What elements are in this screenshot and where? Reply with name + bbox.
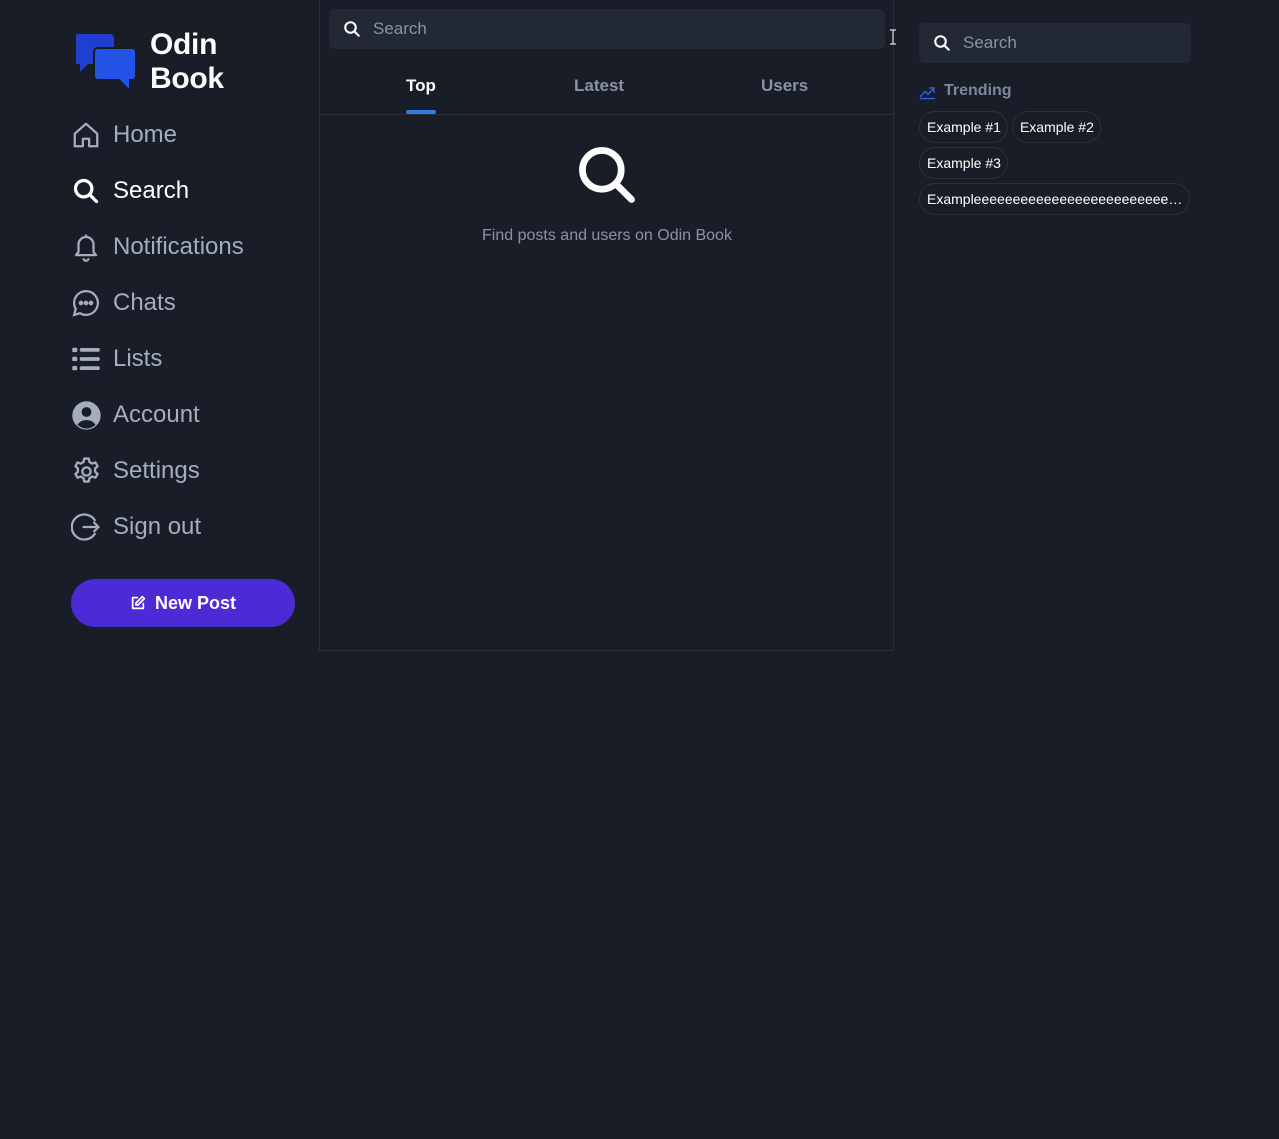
right-search-bar[interactable] [919, 23, 1191, 63]
tab-label: Top [406, 76, 436, 95]
new-post-label: New Post [154, 592, 237, 613]
sidebar-item-account[interactable]: Account [70, 387, 296, 443]
chat-bubble-icon [70, 287, 102, 319]
chat-bubbles-logo-icon [76, 32, 136, 92]
right-column: Trending Example #1 Example #2 Example #… [919, 23, 1191, 219]
sign-out-icon [70, 511, 102, 543]
home-icon [70, 119, 102, 151]
sidebar-item-settings[interactable]: Settings [70, 443, 296, 499]
bell-icon [70, 231, 102, 263]
trending-tag[interactable]: Exampleeeeeeeeeeeeeeeeeeeeeeeeeeeeeeeeee… [919, 183, 1190, 215]
tab-label: Latest [574, 76, 625, 95]
trending-heading: Trending [919, 82, 1191, 100]
tab-label: Users [761, 76, 809, 95]
sidebar-item-label: Home [113, 121, 178, 148]
sidebar-item-label: Notifications [113, 233, 244, 260]
user-circle-icon [70, 399, 102, 431]
sidebar-nav: Home Search Notifications Chats Lists Ac… [70, 107, 296, 555]
trending-tags: Example #1 Example #2 Example #3 Example… [919, 111, 1191, 219]
trending-tag[interactable]: Example #1 [919, 111, 1008, 143]
list-icon [70, 343, 102, 375]
sidebar-item-label: Account [113, 401, 200, 428]
logo[interactable]: Odin Book [76, 28, 296, 96]
trending-tag[interactable]: Example #2 [1011, 111, 1101, 143]
sidebar-item-notifications[interactable]: Notifications [70, 219, 296, 275]
sidebar-item-label: Sign out [113, 513, 202, 540]
tab-latest[interactable]: Latest [574, 58, 624, 114]
tab-top[interactable]: Top [406, 58, 436, 114]
trending-up-icon [919, 83, 936, 100]
sidebar-item-label: Settings [113, 457, 200, 484]
sidebar-item-label: Search [113, 177, 190, 204]
new-post-button[interactable]: New Post [71, 579, 295, 627]
search-icon [933, 34, 951, 52]
search-icon [576, 144, 638, 211]
app-name: Odin Book [150, 28, 224, 95]
sidebar-item-label: Lists [113, 345, 163, 372]
sidebar-item-chats[interactable]: Chats [70, 275, 296, 331]
gear-icon [70, 455, 102, 487]
empty-state-message: Find posts and users on Odin Book [482, 227, 732, 244]
sidebar-item-lists[interactable]: Lists [70, 331, 296, 387]
edit-icon [130, 595, 146, 611]
main-search-bar[interactable] [329, 9, 885, 49]
trending-tag[interactable]: Example #3 [919, 147, 1008, 179]
search-icon [343, 20, 361, 38]
main-column: Top Latest Users Find posts and users on… [319, 0, 896, 651]
search-tabs: Top Latest Users [320, 58, 894, 115]
sidebar-item-sign-out[interactable]: Sign out [70, 499, 296, 555]
empty-state: Find posts and users on Odin Book [320, 144, 894, 245]
sidebar-item-home[interactable]: Home [70, 107, 296, 163]
tab-active-indicator [406, 110, 436, 114]
search-icon [70, 175, 102, 207]
search-input[interactable] [961, 32, 1181, 54]
text-cursor-icon [888, 29, 898, 50]
tab-users[interactable]: Users [761, 58, 808, 114]
sidebar-item-search[interactable]: Search [70, 163, 296, 219]
search-input[interactable] [371, 18, 851, 40]
sidebar-item-label: Chats [113, 289, 176, 316]
trending-label: Trending [944, 82, 1012, 99]
